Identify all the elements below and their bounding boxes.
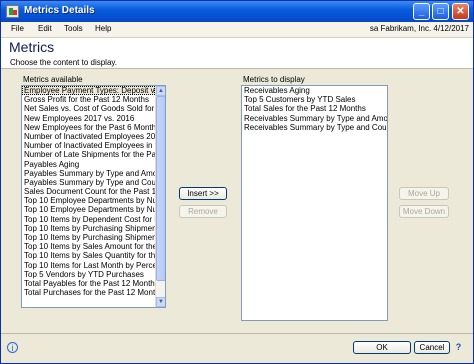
- scroll-thumb[interactable]: [156, 96, 165, 281]
- maximize-button[interactable]: □: [432, 3, 449, 20]
- insert-button[interactable]: Insert >>: [179, 187, 227, 200]
- metrics-to-display-label: Metrics to display: [243, 75, 305, 84]
- scroll-up-arrow-icon[interactable]: ▲: [156, 86, 165, 96]
- close-button[interactable]: ✕: [452, 3, 469, 20]
- list-item[interactable]: Top 10 Employee Departments by Nur: [22, 196, 155, 205]
- list-item[interactable]: Gross Profit for the Past 12 Months: [22, 95, 155, 104]
- scroll-down-arrow-icon[interactable]: ▼: [156, 297, 165, 307]
- list-item[interactable]: Payables Summary by Type and Coun: [22, 178, 155, 187]
- move-up-button[interactable]: Move Up: [399, 187, 449, 200]
- list-item[interactable]: Net Sales vs. Cost of Goods Sold for t: [22, 104, 155, 113]
- metrics-available-label: Metrics available: [23, 75, 83, 84]
- list-item[interactable]: New Employees for the Past 6 Months: [22, 123, 155, 132]
- list-item[interactable]: Payables Aging: [22, 160, 155, 169]
- metrics-to-display-list[interactable]: Receivables Aging Top 5 Customers by YTD …: [241, 85, 388, 321]
- page-header: Metrics Choose the content to display.: [1, 38, 473, 68]
- metrics-available-list[interactable]: Employee Payment Types: Deposit vs Gross …: [21, 85, 166, 308]
- menu-bar: File Edit Tools Help sa Fabrikam, Inc. 4…: [1, 22, 473, 38]
- list-item[interactable]: Receivables Aging: [242, 86, 387, 95]
- list-item[interactable]: Top 10 Employee Departments by Nur: [22, 205, 155, 214]
- metrics-details-window: Metrics Details _ □ ✕ File Edit Tools He…: [0, 0, 474, 364]
- available-scrollbar[interactable]: ▲ ▼: [155, 86, 165, 307]
- page-instruction: Choose the content to display.: [10, 58, 118, 67]
- menu-file[interactable]: File: [11, 24, 24, 33]
- remove-button[interactable]: Remove: [179, 205, 227, 218]
- list-item[interactable]: Top 10 Items by Purchasing Shipment: [22, 224, 155, 233]
- ok-button[interactable]: OK: [353, 341, 411, 354]
- menu-edit[interactable]: Edit: [38, 24, 52, 33]
- minimize-button[interactable]: _: [413, 3, 430, 20]
- footer-divider: [1, 333, 473, 334]
- list-item[interactable]: Top 10 Items for Last Month by Perce: [22, 261, 155, 270]
- list-item[interactable]: Receivables Summary by Type and Amou: [242, 114, 387, 123]
- title-bar[interactable]: Metrics Details _ □ ✕: [1, 1, 473, 22]
- header-divider: [1, 68, 473, 69]
- list-item[interactable]: Sales Document Count for the Past 12: [22, 187, 155, 196]
- window-title: Metrics Details: [24, 5, 95, 16]
- move-down-button[interactable]: Move Down: [399, 205, 449, 218]
- menu-help[interactable]: Help: [95, 24, 111, 33]
- list-item[interactable]: New Employees 2017 vs. 2016: [22, 114, 155, 123]
- list-item[interactable]: Top 5 Vendors by YTD Purchases: [22, 270, 155, 279]
- list-item[interactable]: Receivables Summary by Type and Count: [242, 123, 387, 132]
- app-icon: [6, 5, 19, 18]
- list-item[interactable]: Top 10 Items by Sales Quantity for th: [22, 251, 155, 260]
- list-item[interactable]: Payables Summary by Type and Amou: [22, 169, 155, 178]
- list-item[interactable]: Employee Payment Types: Deposit vs: [22, 86, 155, 96]
- info-icon[interactable]: i: [7, 342, 18, 353]
- menu-tools[interactable]: Tools: [64, 24, 83, 33]
- list-item[interactable]: Top 10 Items by Sales Amount for the: [22, 242, 155, 251]
- page-title: Metrics: [9, 39, 55, 55]
- list-item[interactable]: Top 5 Customers by YTD Sales: [242, 95, 387, 104]
- cancel-button[interactable]: Cancel: [414, 341, 450, 354]
- list-item[interactable]: Number of Inactivated Employees 201: [22, 132, 155, 141]
- help-icon[interactable]: ?: [453, 342, 464, 353]
- list-item[interactable]: Total Sales for the Past 12 Months: [242, 104, 387, 113]
- user-company-date: sa Fabrikam, Inc. 4/12/2017: [369, 24, 469, 33]
- list-item[interactable]: Total Purchases for the Past 12 Month: [22, 288, 155, 297]
- list-item[interactable]: Number of Inactivated Employees in th: [22, 141, 155, 150]
- list-item[interactable]: Total Payables for the Past 12 Months: [22, 279, 155, 288]
- list-item[interactable]: Number of Late Shipments for the Pas: [22, 150, 155, 159]
- list-item[interactable]: Top 10 Items by Purchasing Shipment: [22, 233, 155, 242]
- list-item[interactable]: Top 10 Items by Dependent Cost for L: [22, 215, 155, 224]
